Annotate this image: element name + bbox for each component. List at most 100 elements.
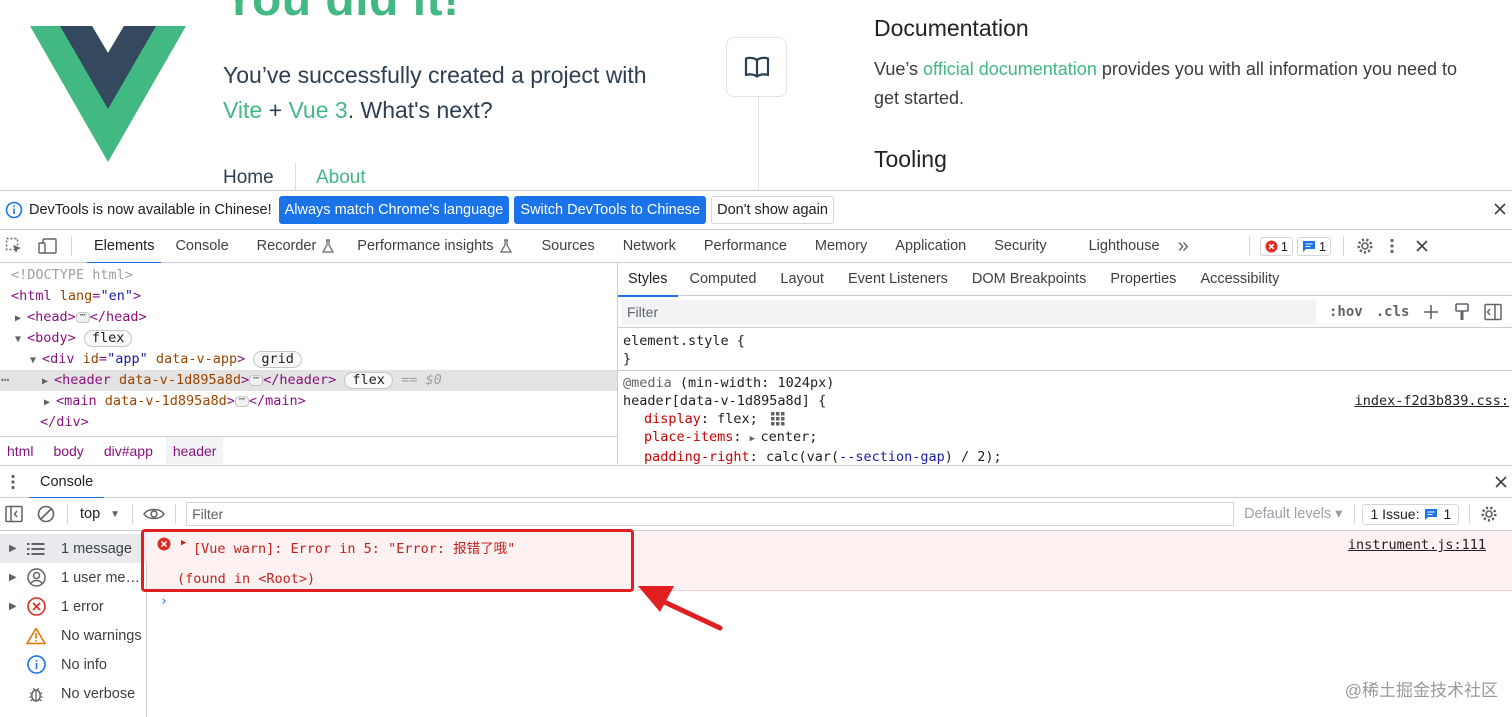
dont-show-again-button[interactable]: Don't show again: [711, 196, 834, 224]
tab-event-listeners[interactable]: Event Listeners: [836, 263, 960, 296]
hover-state-toggle[interactable]: :hov: [1329, 304, 1363, 320]
messages-badge[interactable]: 1: [1296, 236, 1332, 256]
tab-security[interactable]: Security: [994, 230, 1046, 263]
collapse-triangle-icon[interactable]: ▼: [30, 350, 42, 371]
vue3-link[interactable]: Vue 3: [288, 97, 347, 123]
more-tabs-button[interactable]: »: [1178, 230, 1189, 263]
close-devtools-icon[interactable]: [1415, 239, 1429, 253]
tab-layout[interactable]: Layout: [768, 263, 836, 296]
tab-performance[interactable]: Performance: [704, 230, 787, 263]
tab-styles[interactable]: Styles: [618, 263, 678, 297]
tab-network[interactable]: Network: [623, 230, 676, 263]
vite-link[interactable]: Vite: [223, 97, 262, 123]
grid-badge[interactable]: grid: [253, 350, 302, 368]
expand-triangle-icon[interactable]: ▶: [9, 543, 21, 554]
switch-to-chinese-button[interactable]: Switch DevTools to Chinese: [514, 196, 707, 224]
paint-brush-icon[interactable]: [1454, 302, 1470, 321]
collapsed-ellipsis[interactable]: ⋯: [75, 310, 90, 323]
expand-triangle-icon[interactable]: ▶: [44, 392, 56, 413]
live-expression-eye-icon[interactable]: [143, 507, 165, 521]
flex-badge[interactable]: flex: [83, 329, 133, 347]
expand-triangle-icon[interactable]: ▶: [15, 308, 27, 329]
tab-memory[interactable]: Memory: [815, 230, 867, 263]
flex-badge[interactable]: flex: [344, 371, 393, 389]
clear-console-icon[interactable]: [37, 505, 55, 523]
collapsed-ellipsis[interactable]: ⋯: [249, 373, 264, 386]
breadcrumb-html[interactable]: html: [0, 437, 40, 464]
styles-filter-input[interactable]: Filter: [622, 299, 1316, 324]
console-filter-input[interactable]: Filter: [186, 502, 1235, 526]
flask-icon: [499, 239, 512, 253]
breadcrumb-div-app[interactable]: div#app: [97, 437, 160, 464]
collapsed-ellipsis[interactable]: ⋯: [234, 394, 249, 407]
sidebar-toggle-icon[interactable]: [5, 505, 23, 523]
dom-node-div-app[interactable]: ▼ <div id="app" data-v-app> grid: [30, 349, 302, 370]
drawer-tab-console[interactable]: Console: [29, 466, 105, 499]
always-match-language-button[interactable]: Always match Chrome's language: [278, 196, 510, 224]
expand-triangle-icon[interactable]: ▶: [9, 572, 21, 583]
dom-node-div-close[interactable]: </div>: [40, 412, 89, 433]
console-settings-gear-icon[interactable]: [1480, 505, 1498, 523]
toggle-sidebar-icon[interactable]: [1484, 303, 1503, 321]
expand-triangle-icon[interactable]: ▶: [750, 434, 761, 444]
tab-dom-breakpoints[interactable]: DOM Breakpoints: [960, 263, 1098, 296]
dom-node-body[interactable]: ▼ <body> flex: [15, 328, 133, 350]
stylesheet-source-link[interactable]: index-f2d3b839.css:: [1355, 392, 1509, 410]
tab-computed[interactable]: Computed: [678, 263, 769, 296]
tab-recorder[interactable]: Recorder: [257, 230, 336, 263]
breadcrumb-body[interactable]: body: [46, 437, 90, 464]
issues-badge[interactable]: 1 Issue: 1: [1362, 503, 1460, 525]
tab-accessibility[interactable]: Accessibility: [1188, 263, 1291, 296]
header-css-rule[interactable]: @media (min-width: 1024px) header[data-v…: [618, 371, 1512, 466]
tab-elements[interactable]: Elements: [87, 230, 162, 264]
tab-application[interactable]: Application: [895, 230, 966, 263]
errors-badge[interactable]: 1: [1259, 236, 1293, 256]
colon: :: [749, 449, 766, 465]
expand-triangle-icon[interactable]: ▶: [9, 601, 21, 612]
tab-properties[interactable]: Properties: [1098, 263, 1188, 296]
add-rule-plus-icon[interactable]: [1422, 303, 1440, 321]
tab-lighthouse[interactable]: Lighthouse: [1089, 230, 1160, 263]
tab-performance-insights[interactable]: Performance insights: [357, 230, 512, 263]
css-property-row[interactable]: padding-right: calc(var(--section-gap) /…: [623, 448, 1512, 466]
dom-node-main[interactable]: ▶ <main data-v-1d895a8d> ⋯ </main>: [44, 391, 306, 412]
dom-node-header-selected[interactable]: ⋯ ▶ <header data-v-1d895a8d> ⋯ </header> fle…: [0, 370, 617, 391]
dom-node-head[interactable]: ▶ <head> ⋯ </head>: [15, 307, 147, 328]
gutter-dots[interactable]: ⋯: [0, 370, 33, 391]
tab-console[interactable]: Console: [175, 230, 228, 263]
elements-dom-tree: <!DOCTYPE html> <html lang="en"> ▶ <head>…: [0, 263, 618, 436]
css-variable[interactable]: --section-gap: [839, 449, 945, 465]
css-property-row[interactable]: display: flex;: [623, 410, 1512, 428]
dom-node-doctype[interactable]: <!DOCTYPE html>: [11, 265, 133, 286]
close-drawer-icon[interactable]: [1494, 475, 1508, 489]
breadcrumb-header[interactable]: header: [165, 437, 224, 464]
sidebar-item-info[interactable]: No info: [0, 650, 147, 679]
element-style-rule[interactable]: element.style { }: [618, 328, 1512, 371]
flexbox-editor-icon[interactable]: [770, 411, 786, 426]
close-icon[interactable]: [1492, 201, 1508, 217]
more-options-icon[interactable]: [1389, 237, 1395, 255]
css-property-row[interactable]: place-items: ▶ center;: [623, 428, 1512, 448]
nav-home-link[interactable]: Home: [223, 167, 274, 189]
doctype-text: <!DOCTYPE html>: [11, 267, 133, 283]
settings-gear-icon[interactable]: [1356, 237, 1374, 255]
official-docs-link[interactable]: official documentation: [923, 59, 1097, 79]
sidebar-item-warnings[interactable]: No warnings: [0, 621, 147, 650]
class-toggle[interactable]: .cls: [1376, 304, 1410, 320]
device-toolbar-icon[interactable]: [37, 235, 59, 257]
console-prompt[interactable]: ›: [160, 594, 168, 609]
sidebar-item-messages[interactable]: ▶ 1 message: [0, 534, 147, 563]
sidebar-item-verbose[interactable]: No verbose: [0, 679, 147, 708]
drawer-menu-icon[interactable]: [10, 473, 16, 491]
sidebar-item-user-messages[interactable]: ▶ 1 user me…: [0, 563, 147, 592]
context-selector[interactable]: top ▼: [80, 506, 120, 522]
tab-sources[interactable]: Sources: [542, 230, 595, 263]
dom-node-html[interactable]: <html lang="en">: [11, 286, 141, 307]
sidebar-item-errors[interactable]: ▶ 1 error: [0, 592, 147, 621]
collapse-triangle-icon[interactable]: ▼: [15, 329, 27, 350]
default-levels-dropdown[interactable]: Default levels ▾: [1244, 506, 1342, 522]
nav-about-link[interactable]: About: [316, 167, 366, 189]
inspect-element-icon[interactable]: [3, 235, 25, 257]
expand-triangle-icon[interactable]: ▶: [42, 371, 54, 392]
error-source-link[interactable]: instrument.js:111: [1348, 537, 1486, 553]
